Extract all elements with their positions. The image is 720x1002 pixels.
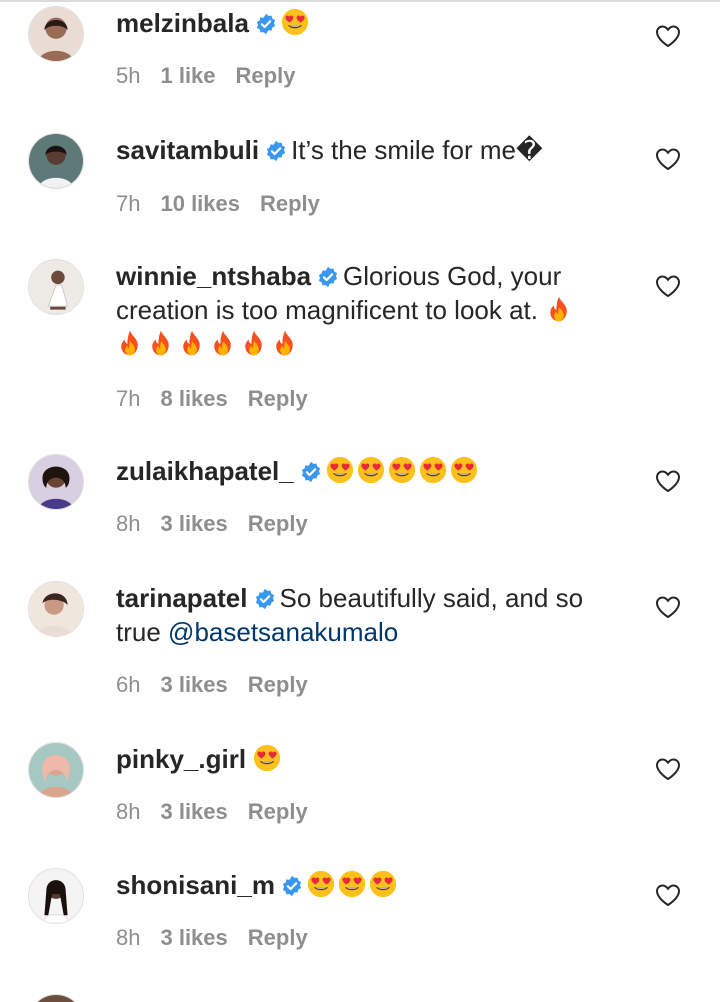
heart-eyes-emoji-icon (307, 870, 335, 898)
comment-text: shonisani_m (116, 868, 616, 902)
like-heart-icon[interactable] (655, 147, 681, 171)
comment-username[interactable]: shonisani_m (116, 870, 275, 900)
like-heart-icon[interactable] (655, 883, 681, 907)
reply-button[interactable]: Reply (248, 672, 308, 697)
heart-eyes-emoji-icon (388, 456, 416, 484)
comment-time: 5h (116, 63, 141, 88)
comment-text: pinky_.girl (116, 742, 616, 776)
comment-time: 8h (116, 799, 141, 824)
verified-badge-icon (265, 140, 287, 162)
fire-emoji-icon (178, 329, 206, 357)
comment-meta: 8h 3 likes Reply (116, 925, 328, 951)
comment-likes[interactable]: 1 like (160, 63, 215, 88)
fire-emoji-icon (545, 295, 573, 323)
comment-text: savitambuli It’s the smile for me� (116, 133, 616, 167)
mention-link[interactable]: @basetsanakumalo (168, 617, 398, 647)
comment-likes[interactable]: 3 likes (160, 672, 227, 697)
comment-time: 7h (116, 191, 141, 216)
avatar[interactable] (28, 868, 84, 924)
heart-eyes-emoji-icon (369, 870, 397, 898)
comment-username[interactable]: savitambuli (116, 135, 259, 165)
reply-button[interactable]: Reply (248, 799, 308, 824)
comment-text: melzinbala (116, 6, 616, 40)
heart-eyes-emoji-icon (326, 456, 354, 484)
comment-meta: 8h 3 likes Reply (116, 511, 328, 537)
comment-likes[interactable]: 3 likes (160, 511, 227, 536)
comment-likes[interactable]: 3 likes (160, 799, 227, 824)
comment-likes[interactable]: 8 likes (160, 386, 227, 411)
fire-emoji-icon (271, 329, 299, 357)
comment-meta: 7h 8 likes Reply (116, 386, 328, 412)
like-heart-icon[interactable] (655, 469, 681, 493)
comment-body: It’s the smile for me� (291, 135, 543, 165)
verified-badge-icon (281, 875, 303, 897)
comment-text: zulaikhapatel_ (116, 454, 616, 488)
avatar[interactable] (28, 6, 84, 62)
fire-emoji-icon (116, 329, 144, 357)
like-heart-icon[interactable] (655, 757, 681, 781)
comment-meta: 6h 3 likes Reply (116, 672, 328, 698)
comment-username[interactable]: winnie_ntshaba (116, 261, 311, 291)
comment-meta: 7h 10 likes Reply (116, 191, 340, 217)
like-heart-icon[interactable] (655, 274, 681, 298)
comment-username[interactable]: pinky_.girl (116, 744, 246, 774)
comment-text: tarinapatel So beautifully said, and so t… (116, 581, 616, 649)
like-heart-icon[interactable] (655, 595, 681, 619)
comment-likes[interactable]: 3 likes (160, 925, 227, 950)
comment-username[interactable]: zulaikhapatel_ (116, 456, 294, 486)
heart-eyes-emoji-icon (338, 870, 366, 898)
top-divider (0, 0, 720, 2)
verified-badge-icon (317, 266, 339, 288)
fire-emoji-icon (147, 329, 175, 357)
comment-time: 8h (116, 925, 141, 950)
comment-time: 8h (116, 511, 141, 536)
verified-badge-icon (255, 13, 277, 35)
comment-username[interactable]: melzinbala (116, 8, 249, 38)
fire-emoji-icon (209, 329, 237, 357)
reply-button[interactable]: Reply (236, 63, 296, 88)
reply-button[interactable]: Reply (248, 925, 308, 950)
avatar[interactable] (28, 259, 84, 315)
comment-meta: 5h 1 like Reply (116, 63, 315, 89)
avatar[interactable] (28, 994, 84, 1002)
comment-username[interactable]: tarinapatel (116, 583, 248, 613)
avatar[interactable] (28, 742, 84, 798)
heart-eyes-emoji-icon (419, 456, 447, 484)
reply-button[interactable]: Reply (248, 386, 308, 411)
avatar[interactable] (28, 133, 84, 189)
avatar[interactable] (28, 454, 84, 510)
heart-eyes-emoji-icon (450, 456, 478, 484)
reply-button[interactable]: Reply (260, 191, 320, 216)
heart-eyes-emoji-icon (253, 744, 281, 772)
avatar[interactable] (28, 581, 84, 637)
reply-button[interactable]: Reply (248, 511, 308, 536)
fire-emoji-icon (240, 329, 268, 357)
comment-time: 7h (116, 386, 141, 411)
comment-text: winnie_ntshaba Glorious God, your creatio… (116, 259, 616, 361)
heart-eyes-emoji-icon (357, 456, 385, 484)
verified-badge-icon (300, 461, 322, 483)
like-heart-icon[interactable] (655, 24, 681, 48)
comment-meta: 8h 3 likes Reply (116, 799, 328, 825)
verified-badge-icon (254, 588, 276, 610)
comment-time: 6h (116, 672, 141, 697)
comment-likes[interactable]: 10 likes (160, 191, 240, 216)
heart-eyes-emoji-icon (281, 8, 309, 36)
